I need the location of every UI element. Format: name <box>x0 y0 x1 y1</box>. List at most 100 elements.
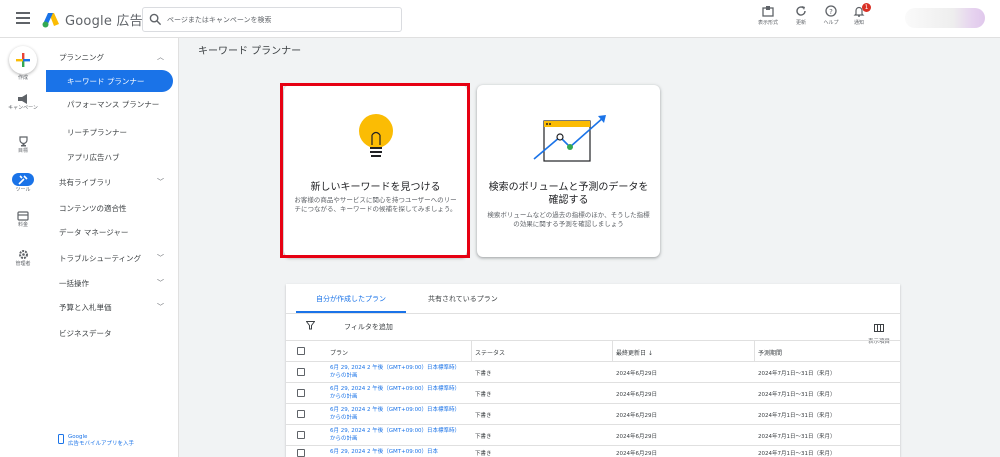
hamburger-menu-icon[interactable] <box>16 12 30 24</box>
rail-item-tools[interactable]: ツール <box>0 173 46 193</box>
rail-label-billing: 料金 <box>17 222 28 228</box>
select-all-checkbox[interactable] <box>297 347 305 355</box>
row-checkbox[interactable] <box>297 389 305 397</box>
chevron-down-icon[interactable]: ﹀ <box>157 278 164 288</box>
add-filter-button[interactable]: フィルタを追加 <box>344 322 393 332</box>
create-plus-icon <box>16 53 30 67</box>
table-row[interactable]: 6月 29, 2024 2 午後（GMT+09:00）日本 下書き 2024年6… <box>286 446 900 457</box>
rail-item-admin[interactable]: 管理者 <box>0 249 46 267</box>
column-header-period[interactable]: 予測期間 <box>758 348 782 357</box>
updated-cell: 2024年6月29日 <box>616 371 657 377</box>
nav-section-troubleshooting[interactable]: トラブルシューティング <box>59 253 141 264</box>
columns-icon <box>874 324 884 332</box>
notifications-button[interactable]: 1 通知 <box>843 3 875 26</box>
card-volume-forecast[interactable]: 検索のボリュームと予測のデータを確認する 検索ボリュームなどの過去の指標のほか、… <box>477 85 660 257</box>
rail-item-goals[interactable]: 目標 <box>0 136 46 154</box>
admin-gear-icon <box>18 250 28 259</box>
search-box[interactable] <box>142 7 402 32</box>
table-row[interactable]: 6月 29, 2024 2 午後（GMT+09:00）日本標準時）からの計画 下… <box>286 404 900 425</box>
refresh-button[interactable]: 更新 <box>785 5 817 26</box>
goals-trophy-icon <box>18 136 28 147</box>
chevron-down-icon[interactable]: ﹀ <box>157 302 164 312</box>
column-divider <box>612 341 613 361</box>
svg-text:?: ? <box>829 8 833 16</box>
tab-shared-plans[interactable]: 共有されているプラン <box>428 294 498 304</box>
nav-item-app-ads-hub[interactable]: アプリ広告ハブ <box>67 152 120 163</box>
create-button[interactable] <box>9 46 37 74</box>
table-header: プラン ステータス 最終更新日 ↓ 予測期間 <box>286 340 900 362</box>
tools-nav-panel: プランニング ︿ キーワード プランナー パフォーマンス プランナー リーチプラ… <box>46 38 179 457</box>
rail-item-billing[interactable]: 料金 <box>0 211 46 228</box>
rail-item-campaigns[interactable]: キャンペーン <box>0 94 46 111</box>
left-rail: 作成 キャンペーン 目標 ツール 料金 管理者 <box>0 38 46 457</box>
nav-section-business-data[interactable]: ビジネスデータ <box>59 328 112 339</box>
rail-active-indicator <box>12 173 34 186</box>
campaign-megaphone-icon <box>18 94 27 104</box>
tools-icon <box>18 174 28 185</box>
mobile-phone-icon <box>58 434 64 444</box>
plan-link[interactable]: 6月 29, 2024 2 午後（GMT+09:00）日本標準時）からの計画 <box>330 364 465 380</box>
column-header-status[interactable]: ステータス <box>475 348 505 357</box>
plan-link[interactable]: 6月 29, 2024 2 午後（GMT+09:00）日本標準時）からの計画 <box>330 406 465 422</box>
rail-label-tools: ツール <box>15 187 31 193</box>
chevron-down-icon[interactable]: ﹀ <box>157 177 164 187</box>
refresh-label: 更新 <box>795 20 806 26</box>
row-checkbox[interactable] <box>297 431 305 439</box>
display-format-label: 表示形式 <box>757 20 778 26</box>
card-description: 検索ボリュームなどの過去の指標のほか、そうした指標の効果に関する予測を確認しまし… <box>487 211 650 228</box>
nav-item-reach-planner[interactable]: リーチプランナー <box>67 127 127 138</box>
nav-item-performance-planner[interactable]: パフォーマンス プランナー <box>67 99 159 110</box>
plan-link[interactable]: 6月 29, 2024 2 午後（GMT+09:00）日本標準時）からの計画 <box>330 427 465 443</box>
tab-my-plans[interactable]: 自分が作成したプラン <box>316 294 386 304</box>
nav-section-planning[interactable]: プランニング <box>59 52 104 63</box>
tab-divider <box>286 313 900 314</box>
plans-table-card: 自分が作成したプラン 共有されているプラン フィルタを追加 表示項目 プラン ス… <box>286 284 900 457</box>
status-cell: 下書き <box>475 371 492 377</box>
nav-item-keyword-planner[interactable]: キーワード プランナー <box>46 70 173 92</box>
chevron-up-icon[interactable]: ︿ <box>157 52 164 62</box>
nav-section-shared-library[interactable]: 共有ライブラリ <box>59 177 112 188</box>
period-cell: 2024年7月1日～31日（来月） <box>758 434 836 440</box>
column-divider <box>471 341 472 361</box>
row-checkbox[interactable] <box>297 368 305 376</box>
period-cell: 2024年7月1日～31日（来月） <box>758 371 836 377</box>
updated-cell: 2024年6月29日 <box>616 451 657 457</box>
row-checkbox[interactable] <box>297 449 305 457</box>
card-title: 検索のボリュームと予測のデータを確認する <box>488 182 649 206</box>
logo-text: Google 広告 <box>65 14 143 29</box>
column-header-plan[interactable]: プラン <box>330 348 348 357</box>
table-row[interactable]: 6月 29, 2024 2 午後（GMT+09:00）日本標準時）からの計画 下… <box>286 383 900 404</box>
filter-icon[interactable] <box>306 321 315 330</box>
column-divider <box>754 341 755 361</box>
rail-label-create: 作成 <box>17 75 28 81</box>
status-cell: 下書き <box>475 434 492 440</box>
plan-link[interactable]: 6月 29, 2024 2 午後（GMT+09:00）日本 <box>330 448 465 456</box>
google-ads-logo-icon <box>42 12 60 28</box>
plan-link[interactable]: 6月 29, 2024 2 午後（GMT+09:00）日本標準時）からの計画 <box>330 385 465 401</box>
forecast-chart-icon <box>533 115 606 162</box>
nav-section-bulk-actions[interactable]: 一括操作 <box>59 278 89 289</box>
chevron-down-icon[interactable]: ﹀ <box>157 253 164 263</box>
search-input[interactable] <box>167 12 397 28</box>
google-ads-logo[interactable]: Google 広告 <box>42 10 143 29</box>
notification-count-badge: 1 <box>862 3 871 12</box>
status-cell: 下書き <box>475 451 492 457</box>
help-icon: ? <box>825 5 837 17</box>
nav-section-budgets-bids[interactable]: 予算と入札単価 <box>59 302 112 313</box>
nav-section-data-manager[interactable]: データ マネージャー <box>59 227 128 238</box>
mobile-app-link[interactable]: Google 広告モバイルアプリを入手 <box>58 434 134 448</box>
table-row[interactable]: 6月 29, 2024 2 午後（GMT+09:00）日本標準時）からの計画 下… <box>286 425 900 446</box>
column-header-updated[interactable]: 最終更新日 ↓ <box>616 348 653 357</box>
display-format-button[interactable]: 表示形式 <box>752 5 784 26</box>
row-checkbox[interactable] <box>297 410 305 418</box>
nav-section-content-suitability[interactable]: コンテンツの適合性 <box>59 203 127 214</box>
period-cell: 2024年7月1日～31日（来月） <box>758 413 836 419</box>
table-row[interactable]: 6月 29, 2024 2 午後（GMT+09:00）日本標準時）からの計画 下… <box>286 362 900 383</box>
page-title: キーワード プランナー <box>198 46 302 57</box>
rail-item-create[interactable]: 作成 <box>0 74 46 81</box>
billing-icon <box>17 211 29 221</box>
updated-cell: 2024年6月29日 <box>616 434 657 440</box>
account-avatar-blurred[interactable] <box>905 8 985 28</box>
display-format-icon <box>762 6 774 17</box>
updated-cell: 2024年6月29日 <box>616 413 657 419</box>
